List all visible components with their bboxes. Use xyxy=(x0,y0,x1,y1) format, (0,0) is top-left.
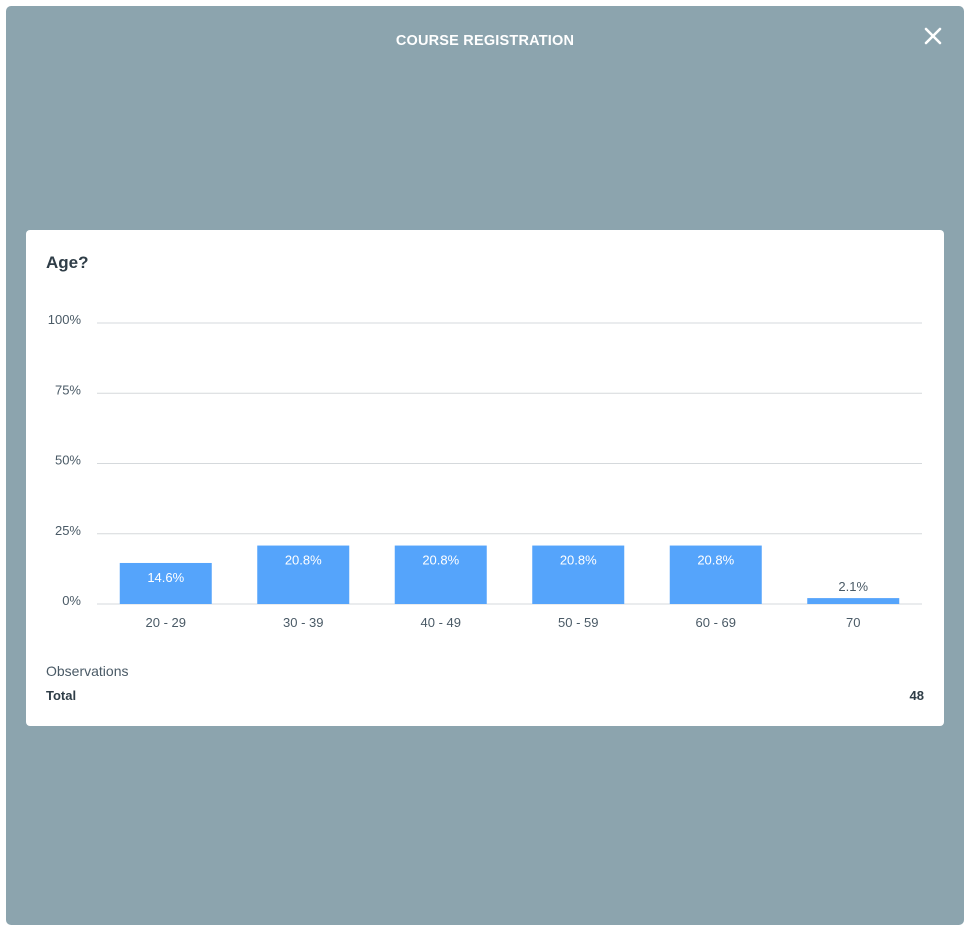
y-tick-label: 100% xyxy=(48,312,82,327)
bar-value-label: 14.6% xyxy=(147,570,184,585)
x-tick-label: 40 - 49 xyxy=(421,615,461,630)
bar-chart: 0% 25% 50% 75% 100% 14.6% 20 - 29 20.8% 30 - 39 2… xyxy=(48,312,922,630)
y-tick-label: 25% xyxy=(55,523,81,538)
observations-label: Observations xyxy=(46,663,129,679)
x-tick-label: 70 xyxy=(846,615,860,630)
bar-value-label: 20.8% xyxy=(697,553,734,568)
modal-overlay: COURSE REGISTRATION Age? 0% 25% 50% 75% 100%… xyxy=(6,6,964,925)
total-label: Total xyxy=(46,688,77,703)
total-value: 48 xyxy=(909,688,924,703)
bar-value-label: 20.8% xyxy=(285,553,322,568)
x-tick-label: 60 - 69 xyxy=(696,615,736,630)
y-tick-label: 75% xyxy=(55,382,81,397)
close-icon[interactable] xyxy=(921,24,945,48)
y-tick-label: 0% xyxy=(62,593,81,608)
bar xyxy=(807,598,900,604)
x-tick-label: 50 - 59 xyxy=(558,615,598,630)
y-tick-label: 50% xyxy=(55,453,81,468)
bar-value-label: 20.8% xyxy=(422,553,459,568)
bar-value-label: 20.8% xyxy=(560,553,597,568)
modal-title: COURSE REGISTRATION xyxy=(395,33,575,49)
question-card: Age? 0% 25% 50% 75% 100% 14.6% 20 - 29 20.8% 30 … xyxy=(26,230,944,726)
x-tick-label: 30 - 39 xyxy=(283,615,323,630)
bar-value-label: 2.1% xyxy=(838,579,868,594)
x-tick-label: 20 - 29 xyxy=(146,615,186,630)
